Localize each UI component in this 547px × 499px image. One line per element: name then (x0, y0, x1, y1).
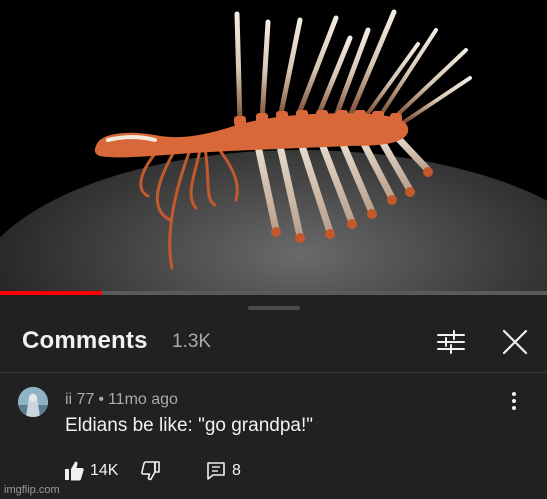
reply-icon (207, 462, 225, 480)
comments-count: 1.3K (172, 331, 212, 352)
avatar-image (18, 387, 48, 417)
reply-count: 8 (232, 462, 241, 479)
avatar[interactable] (18, 387, 48, 417)
comments-panel: Comments 1.3K ii 77 • 11mo ago Eldians b… (0, 295, 547, 499)
comment-time: 11mo ago (107, 391, 178, 408)
drag-handle[interactable] (248, 306, 300, 310)
comment-author[interactable]: ii 77 (65, 391, 94, 408)
meta-separator: • (98, 391, 104, 408)
comment-options-button[interactable] (504, 389, 524, 413)
dislike-button[interactable] (138, 459, 162, 483)
close-comments-button[interactable] (500, 327, 530, 357)
thumbs-up-icon (65, 461, 84, 481)
close-icon (502, 329, 528, 355)
comments-title: Comments (22, 327, 148, 354)
comment-item: ii 77 • 11mo ago Eldians be like: "go gran… (0, 373, 547, 499)
comment-meta: ii 77 • 11mo ago (65, 391, 178, 409)
video-player[interactable] (0, 0, 547, 291)
more-vertical-icon (512, 392, 516, 410)
comment-actions: 14K 8 (63, 459, 263, 483)
sort-filter-button[interactable] (434, 327, 468, 357)
comment-text: Eldians be like: "go grandpa!" (65, 415, 313, 436)
thumbs-down-icon (141, 461, 160, 481)
imgflip-watermark: imgflip.com (4, 484, 60, 496)
like-count: 14K (90, 462, 119, 479)
video-frame-hallucigenia (0, 0, 547, 291)
sliders-icon (437, 330, 465, 354)
